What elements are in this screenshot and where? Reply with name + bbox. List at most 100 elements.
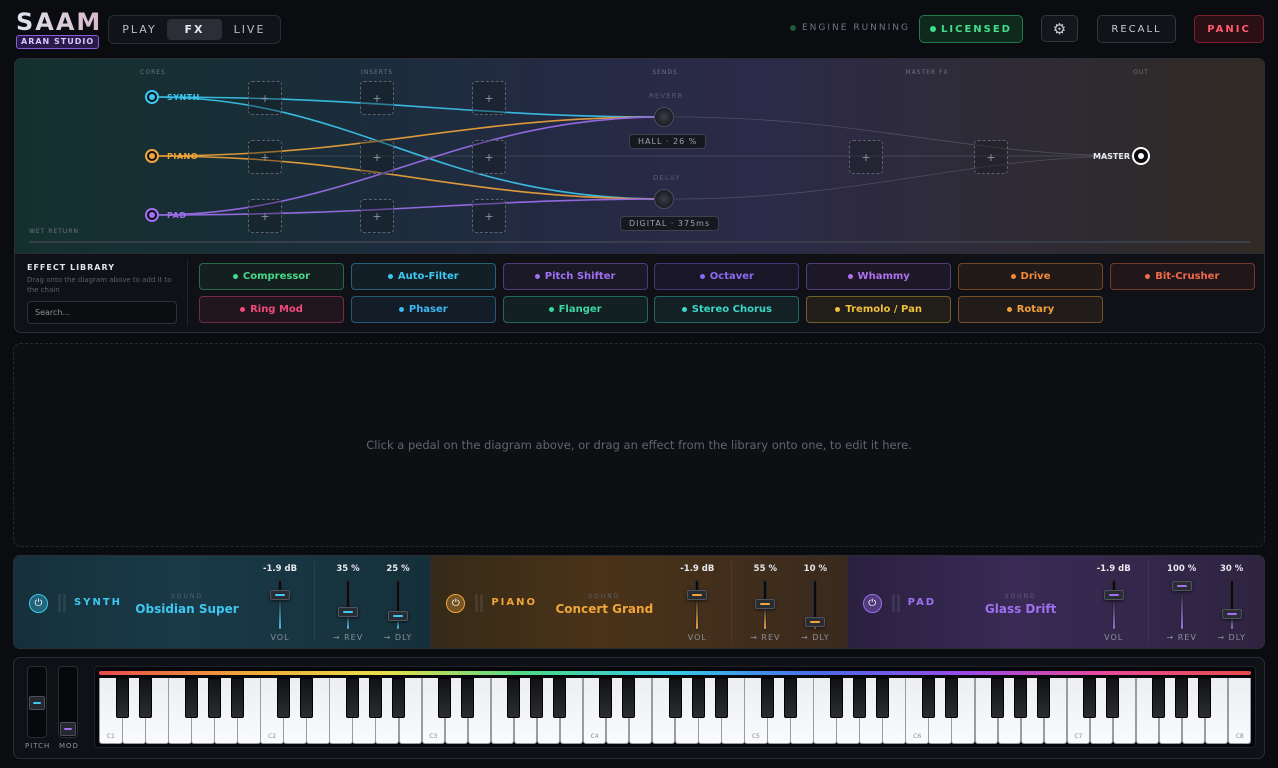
sound-name[interactable]: Obsidian Super (117, 602, 257, 616)
master-output-node[interactable] (1132, 147, 1150, 165)
black-key[interactable] (553, 678, 567, 718)
fader-track[interactable] (1221, 580, 1242, 630)
effect-chip[interactable]: Octaver (654, 263, 800, 290)
master-fx-slot-2[interactable]: + (974, 140, 1008, 174)
black-key[interactable] (1198, 678, 1212, 718)
black-key[interactable] (668, 678, 682, 718)
delay-send-fader[interactable]: 10 % → DLY (794, 564, 836, 648)
black-key[interactable] (1083, 678, 1097, 718)
pitch-wheel[interactable] (27, 666, 47, 738)
insert-slot-piano-2[interactable]: + (360, 140, 394, 174)
fader-handle[interactable] (805, 617, 826, 627)
power-icon[interactable]: ⏻ (862, 594, 882, 613)
settings-button[interactable]: ⚙ (1041, 15, 1078, 42)
black-key[interactable] (1152, 678, 1166, 718)
black-key[interactable] (1014, 678, 1028, 718)
drag-grip-icon[interactable] (58, 594, 66, 612)
black-key[interactable] (115, 678, 129, 718)
mod-wheel[interactable] (58, 666, 78, 738)
power-icon[interactable]: ⏻ (29, 594, 48, 613)
black-key[interactable] (230, 678, 244, 718)
delay-send-fader[interactable]: 30 % → DLY (1211, 564, 1253, 648)
effect-chip[interactable]: Phaser (350, 296, 496, 323)
insert-slot-pad-2[interactable]: + (360, 199, 394, 233)
effect-chip[interactable]: Bit-Crusher (1109, 263, 1255, 290)
black-key[interactable] (207, 678, 221, 718)
fader-track[interactable] (755, 580, 776, 630)
black-key[interactable] (392, 678, 406, 718)
fader-handle[interactable] (270, 590, 290, 600)
black-key[interactable] (875, 678, 889, 718)
effect-chip[interactable]: Flanger (502, 296, 648, 323)
piano-channel-node[interactable] (145, 149, 159, 163)
reverb-send-knob[interactable] (654, 107, 674, 127)
black-key[interactable] (852, 678, 866, 718)
fader-handle[interactable] (1171, 581, 1192, 591)
fader-handle[interactable] (1221, 609, 1242, 619)
fader-handle[interactable] (1103, 590, 1124, 600)
effect-chip[interactable]: Stereo Chorus (654, 296, 800, 323)
black-key[interactable] (138, 678, 152, 718)
fader-track[interactable] (338, 580, 358, 630)
insert-slot-synth-3[interactable]: + (472, 81, 506, 115)
insert-slot-pad-3[interactable]: + (472, 199, 506, 233)
license-badge[interactable]: LICENSED (919, 15, 1023, 43)
black-key[interactable] (599, 678, 613, 718)
reverb-send-tag[interactable]: HALL · 26 % (629, 134, 707, 149)
white-key[interactable]: C8 (1227, 678, 1252, 744)
fader-track[interactable] (270, 580, 290, 630)
power-icon[interactable]: ⏻ (446, 594, 466, 613)
delay-send-tag[interactable]: DIGITAL · 375ms (620, 216, 720, 231)
black-key[interactable] (944, 678, 958, 718)
reverb-send-fader[interactable]: 55 % → REV (744, 564, 786, 648)
pad-channel-node[interactable] (145, 208, 159, 222)
black-key[interactable] (461, 678, 475, 718)
black-key[interactable] (691, 678, 705, 718)
black-key[interactable] (276, 678, 290, 718)
drag-grip-icon[interactable] (891, 594, 900, 612)
effect-chip[interactable]: Whammy (806, 263, 952, 290)
fader-track[interactable] (1171, 579, 1192, 630)
sound-name[interactable]: Concert Grand (534, 602, 674, 616)
fader-track[interactable] (1103, 580, 1124, 630)
black-key[interactable] (1037, 678, 1051, 718)
black-key[interactable] (299, 678, 313, 718)
black-key[interactable] (184, 678, 198, 718)
recall-button[interactable]: RECALL (1097, 15, 1176, 43)
fader-track[interactable] (388, 580, 408, 630)
synth-channel-node[interactable] (145, 90, 159, 104)
effect-search-input[interactable] (27, 301, 177, 324)
delay-send-knob[interactable] (654, 189, 674, 209)
volume-fader[interactable]: -1.9 dB VOL (1093, 564, 1135, 648)
insert-slot-pad-1[interactable]: + (248, 199, 282, 233)
black-key[interactable] (1106, 678, 1120, 718)
effect-chip[interactable]: Tremolo / Pan (806, 296, 952, 323)
pitch-wheel-handle[interactable] (29, 696, 45, 710)
effect-chip[interactable]: Ring Mod (199, 296, 344, 323)
black-key[interactable] (714, 678, 728, 718)
effect-chip[interactable]: Drive (958, 263, 1103, 290)
fader-handle[interactable] (338, 607, 358, 617)
black-key[interactable] (507, 678, 521, 718)
mod-wheel-handle[interactable] (60, 722, 76, 736)
black-key[interactable] (921, 678, 935, 718)
insert-slot-piano-3[interactable]: + (472, 140, 506, 174)
reverb-send-fader[interactable]: 100 % → REV (1161, 564, 1203, 648)
fader-handle[interactable] (755, 599, 776, 609)
master-fx-slot-1[interactable]: + (849, 140, 883, 174)
effect-chip[interactable]: Pitch Shifter (502, 263, 648, 290)
black-key[interactable] (368, 678, 382, 718)
fader-handle[interactable] (388, 611, 408, 621)
sound-name[interactable]: Glass Drift (951, 602, 1091, 616)
insert-slot-synth-1[interactable]: + (248, 81, 282, 115)
black-key[interactable] (991, 678, 1005, 718)
reverb-send-fader[interactable]: 35 % → REV (327, 564, 369, 648)
insert-slot-synth-2[interactable]: + (360, 81, 394, 115)
volume-fader[interactable]: -1.9 dB VOL (259, 564, 301, 648)
delay-send-fader[interactable]: 25 % → DLY (377, 564, 419, 648)
black-key[interactable] (530, 678, 544, 718)
black-key[interactable] (345, 678, 359, 718)
black-key[interactable] (829, 678, 843, 718)
effect-chip[interactable]: Compressor (199, 263, 344, 290)
effect-chip[interactable]: Auto-Filter (350, 263, 496, 290)
